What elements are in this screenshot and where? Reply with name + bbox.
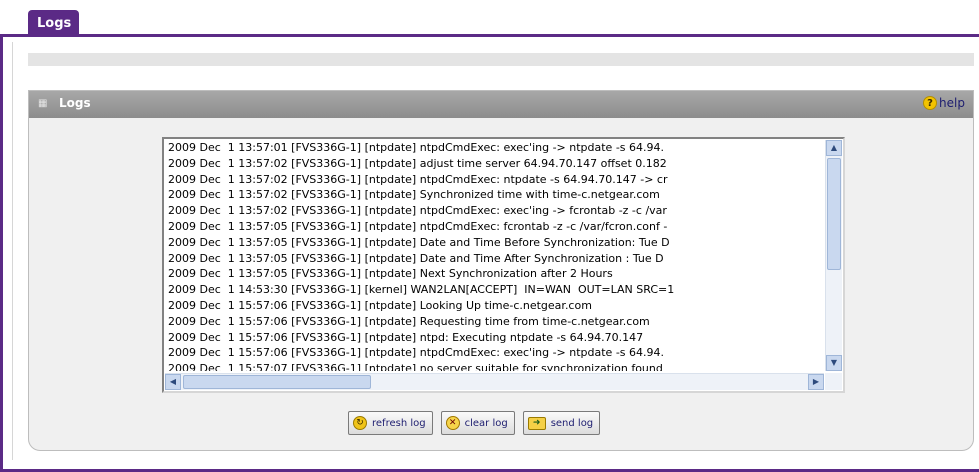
log-line: 2009 Dec 1 13:57:02 [FVS336G-1] [ntpdate… [168, 156, 667, 170]
refresh-icon: ↻ [353, 416, 367, 430]
grip-icon: ▦ [38, 98, 48, 109]
log-line: 2009 Dec 1 13:57:01 [FVS336G-1] [ntpdate… [168, 141, 665, 154]
log-line: 2009 Dec 1 15:57:06 [FVS336G-1] [ntpdate… [168, 330, 644, 344]
panel-title: Logs [59, 96, 91, 110]
clear-icon: ✕ [445, 416, 460, 430]
log-line: 2009 Dec 1 15:57:06 [FVS336G-1] [ntpdate… [168, 298, 592, 312]
horizontal-scroll-thumb[interactable] [183, 375, 371, 389]
log-lines: 2009 Dec 1 13:57:01 [FVS336G-1] [ntpdate… [168, 140, 821, 371]
log-line: 2009 Dec 1 13:57:05 [FVS336G-1] [ntpdate… [168, 219, 668, 233]
tab-logs[interactable]: Logs [28, 10, 79, 36]
status-bar [28, 53, 974, 66]
clear-log-label: clear log [464, 417, 508, 429]
help-label[interactable]: help [939, 96, 965, 110]
log-line: 2009 Dec 1 13:57:02 [FVS336G-1] [ntpdate… [168, 204, 667, 218]
clear-log-button[interactable]: ✕ clear log [440, 411, 515, 435]
log-line: 2009 Dec 1 13:57:05 [FVS336G-1] [ntpdate… [168, 267, 613, 281]
scroll-left-icon[interactable]: ◀ [165, 374, 181, 390]
log-line: 2009 Dec 1 13:57:02 [FVS336G-1] [ntpdate… [168, 172, 668, 186]
refresh-log-button[interactable]: ↻ refresh log [348, 411, 433, 435]
log-line: 2009 Dec 1 15:57:06 [FVS336G-1] [ntpdate… [168, 346, 665, 360]
log-line: 2009 Dec 1 13:57:05 [FVS336G-1] [ntpdate… [168, 235, 670, 249]
scroll-down-icon[interactable]: ▼ [826, 355, 842, 371]
vertical-scrollbar[interactable]: ▲ ▼ [825, 140, 842, 371]
log-line: 2009 Dec 1 13:57:05 [FVS336G-1] [ntpdate… [168, 251, 664, 265]
horizontal-scrollbar[interactable]: ◀ ▶ [165, 373, 824, 390]
vertical-scroll-thumb[interactable] [827, 158, 841, 270]
log-actions: ↻ refresh log ✕ clear log ➜ send log [348, 411, 601, 435]
help-link[interactable]: ? help [923, 96, 965, 110]
send-log-label: send log [550, 417, 594, 429]
panel-header: ▦ Logs ? help [29, 91, 973, 118]
log-line: 2009 Dec 1 15:57:07 [FVS336G-1] [ntpdate… [168, 362, 663, 371]
send-icon: ➜ [527, 416, 546, 430]
scroll-corner [825, 373, 842, 390]
help-icon[interactable]: ? [923, 96, 938, 110]
log-line: 2009 Dec 1 13:57:02 [FVS336G-1] [ntpdate… [168, 188, 660, 202]
log-line: 2009 Dec 1 14:53:30 [FVS336G-1] [kernel]… [168, 283, 675, 297]
scroll-up-icon[interactable]: ▲ [826, 140, 842, 156]
scroll-right-icon[interactable]: ▶ [808, 374, 824, 390]
logs-panel: ▦ Logs ? help 2009 Dec 1 13:57:01 [FVS33… [28, 90, 974, 451]
send-log-button[interactable]: ➜ send log [522, 411, 601, 435]
log-textarea[interactable]: 2009 Dec 1 13:57:01 [FVS336G-1] [ntpdate… [162, 137, 845, 393]
refresh-log-label: refresh log [372, 417, 426, 429]
log-line: 2009 Dec 1 15:57:06 [FVS336G-1] [ntpdate… [168, 314, 650, 328]
